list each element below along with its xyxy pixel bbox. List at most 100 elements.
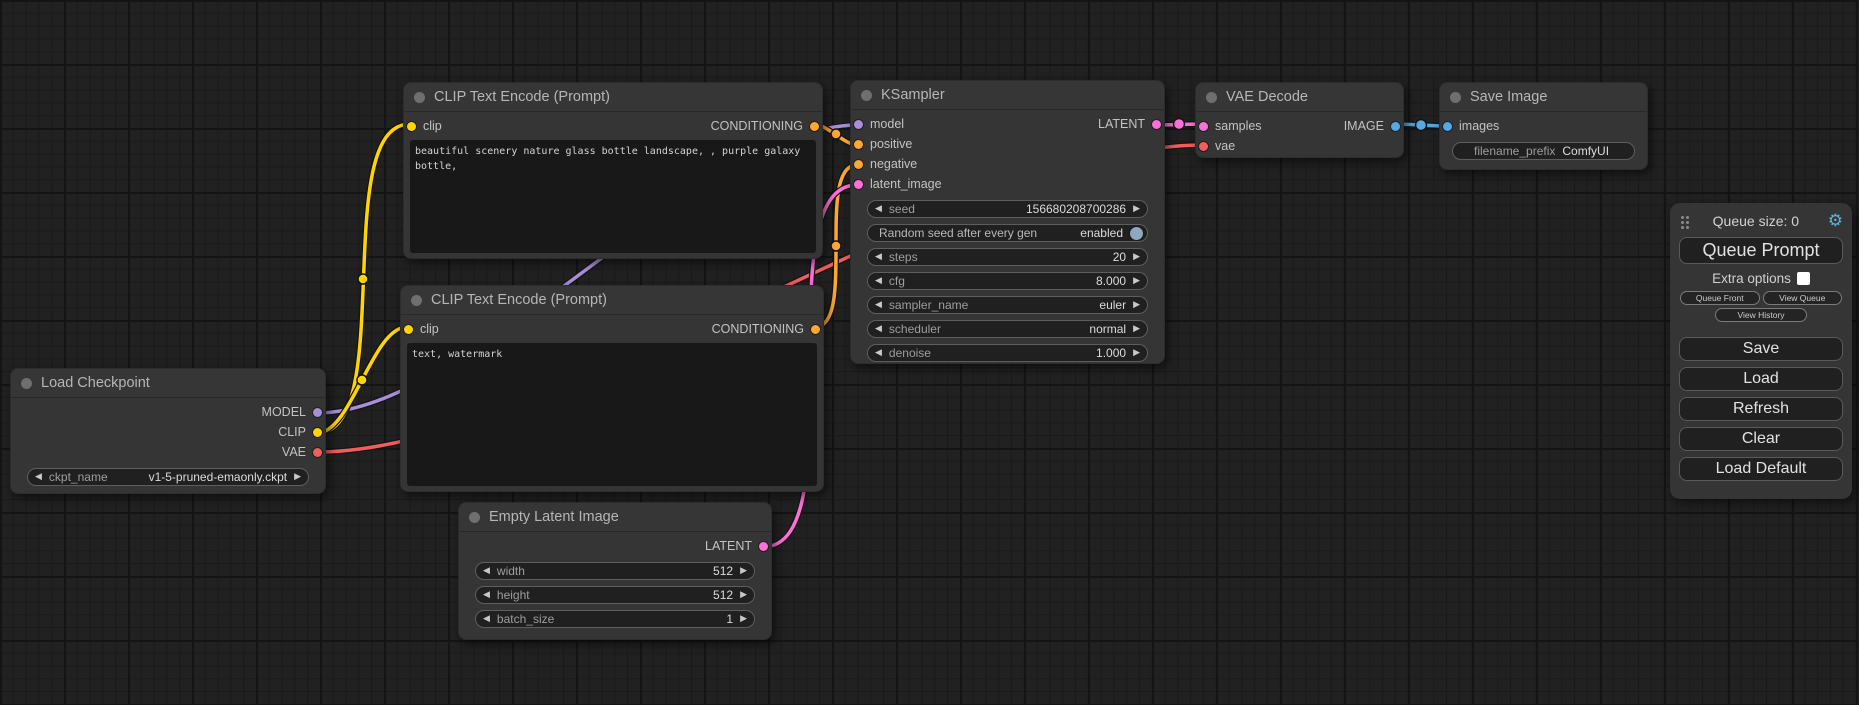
scheduler-widget[interactable]: ◀ scheduler normal ▶ (867, 320, 1148, 338)
increment-arrow-icon[interactable]: ▶ (1133, 325, 1140, 334)
batch-size-widget[interactable]: ◀ batch_size 1 ▶ (475, 610, 755, 628)
decrement-arrow-icon[interactable]: ◀ (35, 473, 42, 482)
increment-arrow-icon[interactable]: ▶ (1133, 301, 1140, 310)
node-title-bar[interactable]: CLIP Text Encode (Prompt) (404, 83, 822, 112)
increment-arrow-icon[interactable]: ▶ (294, 473, 301, 482)
slot-row: vae (1196, 136, 1403, 156)
widget-label: scheduler (889, 322, 941, 336)
seed-widget[interactable]: ◀ seed 156680208700286 ▶ (867, 200, 1148, 218)
images-input-port[interactable] (1443, 122, 1452, 131)
port-label: MODEL (262, 405, 306, 419)
latent-image-input-port[interactable] (854, 180, 863, 189)
conditioning-output-port[interactable] (811, 325, 820, 334)
ckpt-name-widget[interactable]: ◀ ckpt_name v1-5-pruned-emaonly.ckpt ▶ (27, 468, 309, 486)
prompt-textarea[interactable]: beautiful scenery nature glass bottle la… (410, 140, 816, 253)
slot-row: images (1440, 116, 1647, 136)
port-label: CLIP (278, 425, 306, 439)
load-default-button[interactable]: Load Default (1679, 457, 1843, 481)
increment-arrow-icon[interactable]: ▶ (1133, 253, 1140, 262)
width-widget[interactable]: ◀ width 512 ▶ (475, 562, 755, 580)
clip-input-port[interactable] (407, 122, 416, 131)
positive-input-port[interactable] (854, 140, 863, 149)
collapse-dot-icon[interactable] (21, 378, 32, 389)
gear-icon[interactable]: ⚙ (1828, 213, 1843, 230)
node-title-bar[interactable]: Load Checkpoint (11, 369, 325, 398)
node-ksampler[interactable]: KSampler model LATENT positive (850, 80, 1165, 364)
node-empty-latent-image[interactable]: Empty Latent Image LATENT ◀ width 512 ▶ … (458, 502, 772, 640)
node-title-bar[interactable]: VAE Decode (1196, 83, 1403, 112)
model-input-port[interactable] (854, 120, 863, 129)
increment-arrow-icon[interactable]: ▶ (1133, 277, 1140, 286)
widget-value: enabled (1080, 226, 1123, 240)
save-button[interactable]: Save (1679, 337, 1843, 361)
decrement-arrow-icon[interactable]: ◀ (483, 591, 490, 600)
image-output-port[interactable] (1391, 122, 1400, 131)
extra-options-checkbox[interactable] (1797, 272, 1810, 285)
node-title-bar[interactable]: KSampler (851, 81, 1164, 110)
sampler-name-widget[interactable]: ◀ sampler_name euler ▶ (867, 296, 1148, 314)
denoise-widget[interactable]: ◀ denoise 1.000 ▶ (867, 344, 1148, 362)
clip-input-port[interactable] (404, 325, 413, 334)
steps-widget[interactable]: ◀ steps 20 ▶ (867, 248, 1148, 266)
queue-prompt-button[interactable]: Queue Prompt (1679, 237, 1843, 264)
node-title-bar[interactable]: CLIP Text Encode (Prompt) (401, 286, 823, 315)
node-save-image[interactable]: Save Image images filename_prefix ComfyU… (1439, 82, 1648, 170)
widget-value: 512 (713, 588, 733, 602)
latent-output-port[interactable] (1152, 120, 1161, 129)
clear-button[interactable]: Clear (1679, 427, 1843, 451)
view-history-button[interactable]: View History (1715, 308, 1807, 322)
clip-output-port[interactable] (313, 428, 322, 437)
decrement-arrow-icon[interactable]: ◀ (875, 253, 882, 262)
samples-input-port[interactable] (1199, 122, 1208, 131)
decrement-arrow-icon[interactable]: ◀ (875, 349, 882, 358)
model-output-port[interactable] (313, 408, 322, 417)
height-widget[interactable]: ◀ height 512 ▶ (475, 586, 755, 604)
slot-area: samples IMAGE vae (1196, 112, 1403, 156)
slot-row: positive (851, 134, 1164, 154)
port-label: model (870, 117, 904, 131)
increment-arrow-icon[interactable]: ▶ (740, 591, 747, 600)
random-seed-toggle-widget[interactable]: Random seed after every gen enabled (867, 224, 1148, 242)
node-title-bar[interactable]: Empty Latent Image (459, 503, 771, 532)
increment-arrow-icon[interactable]: ▶ (1133, 205, 1140, 214)
collapse-dot-icon[interactable] (1450, 92, 1461, 103)
node-title-bar[interactable]: Save Image (1440, 83, 1647, 112)
collapse-dot-icon[interactable] (414, 92, 425, 103)
node-graph-canvas[interactable]: Load Checkpoint MODEL CLIP VAE (0, 0, 1859, 705)
toggle-knob-icon[interactable] (1130, 227, 1143, 240)
increment-arrow-icon[interactable]: ▶ (1133, 349, 1140, 358)
decrement-arrow-icon[interactable]: ◀ (875, 277, 882, 286)
queue-front-button[interactable]: Queue Front (1680, 291, 1760, 305)
collapse-dot-icon[interactable] (1206, 92, 1217, 103)
conditioning-output-port[interactable] (810, 122, 819, 131)
port-label: images (1459, 119, 1499, 133)
decrement-arrow-icon[interactable]: ◀ (875, 205, 882, 214)
node-title: Save Image (1470, 89, 1547, 105)
vae-output-port[interactable] (313, 448, 322, 457)
load-button[interactable]: Load (1679, 367, 1843, 391)
view-queue-button[interactable]: View Queue (1763, 291, 1843, 305)
decrement-arrow-icon[interactable]: ◀ (483, 567, 490, 576)
node-clip-text-encode-negative[interactable]: CLIP Text Encode (Prompt) clip CONDITION… (400, 285, 824, 492)
node-load-checkpoint[interactable]: Load Checkpoint MODEL CLIP VAE (10, 368, 326, 494)
negative-input-port[interactable] (854, 160, 863, 169)
widget-value: euler (1099, 298, 1126, 312)
node-clip-text-encode-positive[interactable]: CLIP Text Encode (Prompt) clip CONDITION… (403, 82, 823, 259)
widget-value: 8.000 (1096, 274, 1126, 288)
decrement-arrow-icon[interactable]: ◀ (875, 301, 882, 310)
collapse-dot-icon[interactable] (411, 295, 422, 306)
cfg-widget[interactable]: ◀ cfg 8.000 ▶ (867, 272, 1148, 290)
collapse-dot-icon[interactable] (469, 512, 480, 523)
filename-prefix-widget[interactable]: filename_prefix ComfyUI (1452, 142, 1635, 160)
increment-arrow-icon[interactable]: ▶ (740, 567, 747, 576)
increment-arrow-icon[interactable]: ▶ (740, 615, 747, 624)
collapse-dot-icon[interactable] (861, 90, 872, 101)
refresh-button[interactable]: Refresh (1679, 397, 1843, 421)
slot-area: images (1440, 112, 1647, 136)
decrement-arrow-icon[interactable]: ◀ (875, 325, 882, 334)
prompt-textarea[interactable]: text, watermark (407, 343, 817, 486)
vae-input-port[interactable] (1199, 142, 1208, 151)
latent-output-port[interactable] (759, 542, 768, 551)
node-vae-decode[interactable]: VAE Decode samples IMAGE vae (1195, 82, 1404, 158)
decrement-arrow-icon[interactable]: ◀ (483, 615, 490, 624)
